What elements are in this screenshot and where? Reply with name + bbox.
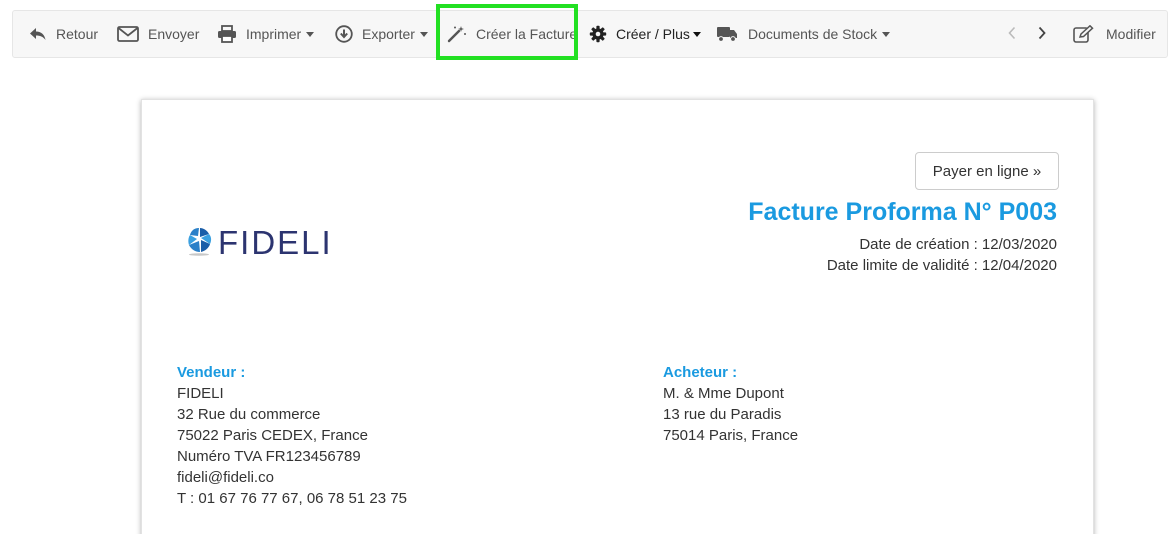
- download-circle-icon: [335, 25, 353, 43]
- creation-date: Date de création : 12/03/2020: [859, 236, 1057, 253]
- seller-email: fideli@fideli.co: [177, 469, 274, 486]
- printer-icon: [217, 25, 237, 43]
- seller-city: 75022 Paris CEDEX, France: [177, 427, 368, 444]
- buyer-heading: Acheteur :: [663, 364, 738, 381]
- edit-icon: [1073, 25, 1095, 43]
- seller-block: Vendeur : FIDELI 32 Rue du commerce 7502…: [177, 362, 407, 509]
- edit-label: Modifier: [1106, 26, 1156, 42]
- buyer-street: 13 rue du Paradis: [663, 406, 782, 423]
- seller-phone: T : 01 67 76 77 67, 06 78 51 23 75: [177, 490, 407, 507]
- gear-icon: [589, 25, 607, 43]
- buyer-block: Acheteur : M. & Mme Dupont 13 rue du Par…: [663, 362, 798, 446]
- chevron-right-icon: [1037, 26, 1047, 43]
- envelope-icon: [117, 26, 139, 42]
- company-logo: FIDELI: [184, 222, 354, 264]
- stock-documents-label: Documents de Stock: [748, 26, 878, 42]
- chevron-down-icon: [419, 32, 428, 37]
- export-dropdown[interactable]: Exporter: [335, 11, 428, 57]
- buyer-city: 75014 Paris, France: [663, 427, 799, 444]
- edit-button[interactable]: Modifier: [1073, 11, 1156, 57]
- create-invoice-label: Créer la Facture: [476, 26, 578, 42]
- create-invoice-button[interactable]: Créer la Facture: [447, 11, 577, 57]
- print-dropdown[interactable]: Imprimer: [217, 11, 315, 57]
- stock-documents-dropdown[interactable]: Documents de Stock: [716, 11, 891, 57]
- create-more-dropdown[interactable]: Créer / Plus: [589, 11, 701, 57]
- next-button[interactable]: [1037, 11, 1047, 57]
- chevron-left-icon: [1007, 26, 1017, 43]
- create-more-label: Créer / Plus: [616, 26, 690, 42]
- toolbar: Retour Envoyer Imprimer Exporter Créer l…: [12, 10, 1168, 58]
- seller-heading: Vendeur :: [177, 364, 246, 381]
- invoice-document: Payer en ligne » FIDELI Facture Proforma…: [141, 99, 1094, 534]
- invoice-title: Facture Proforma N° P003: [748, 198, 1057, 226]
- previous-button[interactable]: [1007, 11, 1017, 57]
- print-label: Imprimer: [246, 26, 302, 42]
- chevron-down-icon: [882, 32, 891, 37]
- chevron-down-icon: [692, 32, 701, 37]
- export-label: Exporter: [362, 26, 415, 42]
- chevron-down-icon: [306, 32, 315, 37]
- seller-street: 32 Rue du commerce: [177, 406, 321, 423]
- validity-date: Date limite de validité : 12/04/2020: [826, 257, 1057, 274]
- truck-icon: [716, 26, 738, 42]
- buyer-name: M. & Mme Dupont: [663, 385, 784, 402]
- pay-online-button[interactable]: Payer en ligne »: [915, 152, 1059, 190]
- seller-vat: Numéro TVA FR123456789: [177, 448, 361, 465]
- logo-text: FIDELI: [218, 224, 333, 261]
- reply-arrow-icon: [29, 26, 47, 42]
- back-button[interactable]: Retour: [29, 11, 98, 57]
- magic-wand-icon: [447, 25, 467, 43]
- send-button[interactable]: Envoyer: [117, 11, 199, 57]
- aperture-logo-icon: [184, 225, 214, 262]
- send-label: Envoyer: [148, 26, 200, 42]
- seller-name: FIDELI: [177, 385, 224, 402]
- back-label: Retour: [56, 26, 99, 42]
